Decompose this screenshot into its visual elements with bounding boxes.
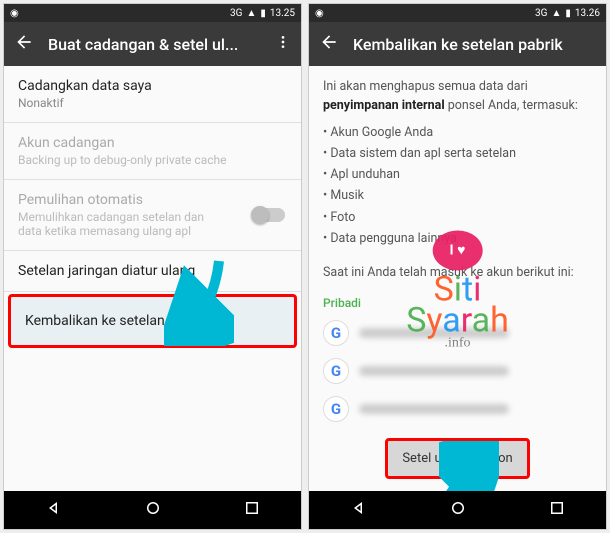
account-email (359, 328, 509, 338)
nav-recents-icon[interactable] (548, 499, 566, 521)
row-network-reset[interactable]: Setelan jaringan diatur ulang (4, 251, 301, 291)
row-backup-account: Akun cadangan Backing up to debug-only p… (4, 123, 301, 179)
clock: 13.25 (270, 8, 295, 19)
nav-back-icon[interactable] (350, 499, 368, 521)
nav-home-icon[interactable] (449, 499, 467, 521)
settings-list: Cadangkan data saya Nonaktif Akun cadang… (4, 66, 301, 491)
google-icon: G (323, 396, 349, 422)
row-title: Cadangkan data saya (18, 78, 287, 94)
account-row[interactable]: G (309, 390, 606, 428)
status-bar: ◉ 3G ▲ ▮ 13.25 (4, 4, 301, 22)
row-title: Setelan jaringan diatur ulang (18, 263, 287, 279)
divider (4, 291, 301, 292)
nav-back-icon[interactable] (45, 499, 63, 521)
account-email (359, 404, 509, 414)
signal-icon: ▲ (246, 8, 256, 19)
app-bar-title: Kembalikan ke setelan pabrik (353, 35, 596, 54)
signed-in-text: Saat ini Anda telah masuk ke akun beriku… (309, 259, 606, 286)
row-backup-data[interactable]: Cadangkan data saya Nonaktif (4, 66, 301, 122)
overflow-icon[interactable] (275, 34, 291, 54)
google-icon: G (323, 358, 349, 384)
factory-reset-content: Ini akan menghapus semua data dari penyi… (309, 66, 606, 491)
network-icon: 3G (230, 8, 242, 19)
bullet-item: • Data sistem dan apl serta setelan (323, 143, 592, 164)
status-bar: ◉ 3G ▲ ▮ 13.26 (309, 4, 606, 22)
row-title: Pemulihan otomatis (18, 192, 287, 208)
signal-icon: ▲ (551, 8, 561, 19)
bullet-item: • Data pengguna lainnya (323, 228, 592, 249)
row-title: Akun cadangan (18, 135, 287, 151)
battery-icon: ▮ (565, 8, 571, 19)
google-icon: G (323, 320, 349, 346)
bullet-item: • Musik (323, 185, 592, 206)
bullet-item: • Foto (323, 207, 592, 228)
intro-pre: Ini akan menghapus semua data dari (323, 79, 528, 94)
battery-icon: ▮ (260, 8, 266, 19)
intro-post: ponsel Anda, termasuk: (445, 98, 578, 113)
cast-icon: ◉ (315, 8, 324, 19)
intro-text: Ini akan menghapus semua data dari penyi… (309, 66, 606, 122)
network-icon: 3G (535, 8, 547, 19)
row-auto-restore: Pemulihan otomatis Memulihkan cadangan s… (4, 180, 301, 250)
app-bar: Buat cadangan & setel ul... (4, 22, 301, 66)
account-row[interactable]: G (309, 352, 606, 390)
cast-icon: ◉ (10, 8, 19, 19)
phone-right: ◉ 3G ▲ ▮ 13.26 Kembalikan ke setelan pab… (308, 3, 607, 530)
row-subtitle: Backing up to debug-only private cache (18, 153, 287, 167)
bullet-list: • Akun Google Anda • Data sistem dan apl… (309, 122, 606, 260)
clock: 13.26 (575, 8, 600, 19)
phone-left: ◉ 3G ▲ ▮ 13.25 Buat cadangan & setel ul.… (3, 3, 302, 530)
nav-bar (309, 491, 606, 529)
section-heading: Pribadi (309, 286, 606, 314)
intro-bold: penyimpanan internal (323, 98, 445, 113)
reset-phone-button[interactable]: Setel ulang telepon (385, 438, 529, 479)
app-bar: Kembalikan ke setelan pabrik (309, 22, 606, 66)
back-icon[interactable] (14, 32, 34, 56)
bullet-item: • Akun Google Anda (323, 122, 592, 143)
toggle-auto-restore (253, 208, 285, 222)
nav-bar (4, 491, 301, 529)
row-title: Kembalikan ke setelan pabrik (25, 313, 280, 329)
app-bar-title: Buat cadangan & setel ul... (48, 35, 261, 54)
bullet-item: • Apl unduhan (323, 164, 592, 185)
nav-recents-icon[interactable] (243, 499, 261, 521)
account-email (359, 366, 509, 376)
back-icon[interactable] (319, 32, 339, 56)
row-subtitle: Memulihkan cadangan setelan dan data ket… (18, 210, 218, 238)
row-subtitle: Nonaktif (18, 96, 287, 110)
nav-home-icon[interactable] (144, 499, 162, 521)
row-factory-reset[interactable]: Kembalikan ke setelan pabrik (8, 294, 297, 348)
account-row[interactable]: G (309, 314, 606, 352)
